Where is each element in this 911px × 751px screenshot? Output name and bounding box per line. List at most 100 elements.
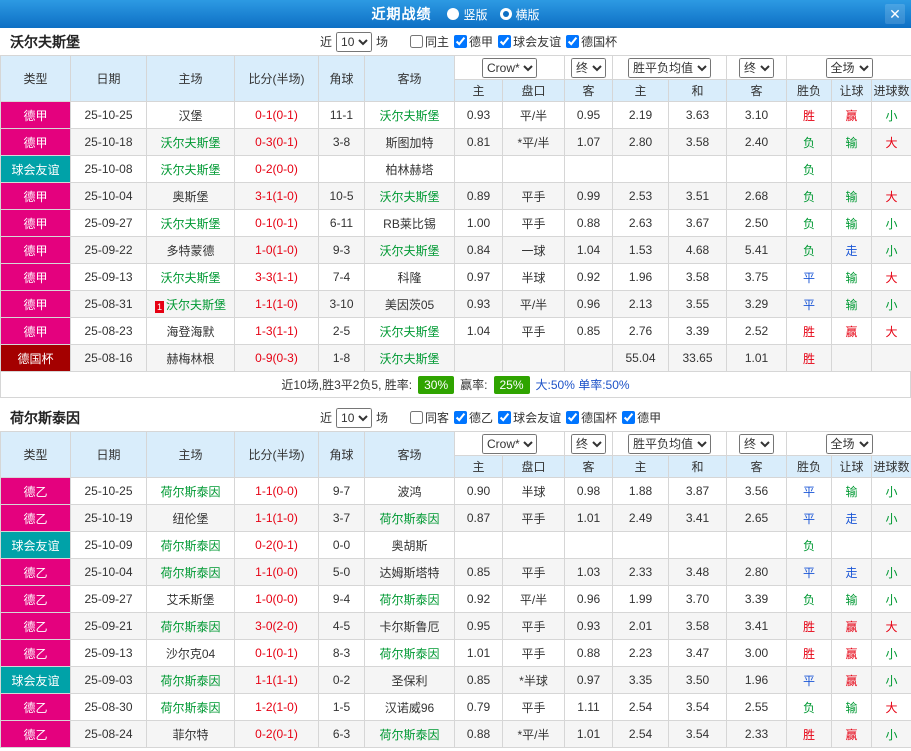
team-name-link[interactable]: 沃尔夫斯堡 xyxy=(379,244,439,258)
filter-checkbox-input[interactable] xyxy=(498,35,512,48)
asian-time-select[interactable]: 终 xyxy=(571,57,606,78)
team-name-link[interactable]: 圣保利 xyxy=(391,674,427,688)
team-name-link[interactable]: 荷尔斯泰因 xyxy=(160,485,220,499)
cell-score: 3-3(1-1) xyxy=(234,263,319,291)
team-name-link[interactable]: 沃尔夫斯堡 xyxy=(160,217,220,231)
team-name-link[interactable]: 汉诺威96 xyxy=(385,701,434,715)
filter-checkbox-input[interactable] xyxy=(622,411,636,424)
team-name-link[interactable]: 沃尔夫斯堡 xyxy=(379,190,439,204)
filter-checkbox-input[interactable] xyxy=(454,411,468,424)
cell-type: 德甲 xyxy=(0,290,71,318)
filter-checkbox[interactable]: 球会友谊 xyxy=(498,409,561,426)
team-name-link[interactable]: RB莱比锡 xyxy=(383,217,436,231)
filter-checkbox[interactable]: 德国杯 xyxy=(566,409,617,426)
team-name-link[interactable]: 荷尔斯泰因 xyxy=(379,593,439,607)
team-header: 沃尔夫斯堡 近 10 场 同主 德甲 球会友谊 德国杯 xyxy=(0,28,911,55)
filter-checkbox-input[interactable] xyxy=(454,35,468,48)
team-name-link[interactable]: 荷尔斯泰因 xyxy=(160,701,220,715)
europe-avg-select[interactable]: 胜平负均值 xyxy=(628,433,711,454)
team-name-link[interactable]: 汉堡 xyxy=(178,109,202,123)
cell-eh xyxy=(612,155,669,183)
near-label: 近 xyxy=(320,411,333,425)
team-name-link[interactable]: 奥胡斯 xyxy=(391,539,427,553)
cell-hres: 输 xyxy=(831,290,872,318)
filter-checkbox[interactable]: 同客 xyxy=(410,409,449,426)
team-name-link[interactable]: 柏林赫塔 xyxy=(385,163,433,177)
team-name-link[interactable]: 沃尔夫斯堡 xyxy=(160,271,220,285)
filter-checkbox[interactable]: 同主 xyxy=(410,33,449,50)
cell-aa: 0.95 xyxy=(564,101,613,129)
filter-checkbox[interactable]: 球会友谊 xyxy=(498,33,561,50)
cell-goals: 小 xyxy=(871,209,911,237)
team-name-link[interactable]: 奥斯堡 xyxy=(172,190,208,204)
europe-time-select[interactable]: 终 xyxy=(739,57,774,78)
cell-aa: 0.85 xyxy=(564,317,613,345)
filter-checkbox[interactable]: 德甲 xyxy=(454,33,493,50)
cell-ah: 0.93 xyxy=(454,290,503,318)
team-name-link[interactable]: 海登海默 xyxy=(166,325,214,339)
team-name-link[interactable]: 沃尔夫斯堡 xyxy=(160,163,220,177)
team-name-link[interactable]: 科隆 xyxy=(397,271,421,285)
cell-res: 平 xyxy=(786,504,832,532)
team-name-link[interactable]: 沃尔夫斯堡 xyxy=(160,136,220,150)
cell-date: 25-10-04 xyxy=(70,182,147,210)
filter-checkbox-input[interactable] xyxy=(410,411,424,424)
col-header-type: 类型 xyxy=(0,55,71,102)
col-header-corner: 角球 xyxy=(318,431,365,478)
team-name-link[interactable]: 纽伦堡 xyxy=(172,512,208,526)
team-name-link[interactable]: 赫梅林根 xyxy=(166,352,214,366)
team-name-link[interactable]: 美因茨05 xyxy=(385,298,434,312)
team-name-link[interactable]: 沙尔克04 xyxy=(166,647,215,661)
team-name-link[interactable]: 荷尔斯泰因 xyxy=(379,647,439,661)
team-name-link[interactable]: 艾禾斯堡 xyxy=(166,593,214,607)
team-name-link[interactable]: 荷尔斯泰因 xyxy=(379,728,439,742)
team-name-link[interactable]: 沃尔夫斯堡 xyxy=(379,325,439,339)
team-name-link[interactable]: 斯图加特 xyxy=(385,136,433,150)
team-name-link[interactable]: 荷尔斯泰因 xyxy=(160,620,220,634)
scope-select[interactable]: 全场 xyxy=(825,433,873,454)
cell-ea xyxy=(726,531,787,559)
filter-checkbox[interactable]: 德甲 xyxy=(622,409,661,426)
filter-checkbox-input[interactable] xyxy=(566,35,580,48)
team-name-link[interactable]: 菲尔特 xyxy=(172,728,208,742)
europe-time-select[interactable]: 终 xyxy=(739,433,774,454)
filter-checkbox-input[interactable] xyxy=(498,411,512,424)
team-name-link[interactable]: 沃尔夫斯堡 xyxy=(166,298,226,312)
team-name-link[interactable]: 荷尔斯泰因 xyxy=(160,539,220,553)
filter-checkbox[interactable]: 德国杯 xyxy=(566,33,617,50)
team-name-link[interactable]: 荷尔斯泰因 xyxy=(379,512,439,526)
match-row: 德乙 25-09-13 沙尔克04 0-1(0-1) 8-3 荷尔斯泰因 1.01 平手 0.8… xyxy=(0,639,911,667)
cell-ed: 3.67 xyxy=(668,209,727,237)
team-name-link[interactable]: 沃尔夫斯堡 xyxy=(379,109,439,123)
filter-checkbox-input[interactable] xyxy=(410,35,424,48)
europe-avg-select[interactable]: 胜平负均值 xyxy=(628,57,711,78)
cell-res: 胜 xyxy=(786,101,832,129)
match-count-filter: 近 10 场 xyxy=(320,31,388,52)
cell-away: 荷尔斯泰因 xyxy=(364,639,455,667)
team-name-link[interactable]: 达姆斯塔特 xyxy=(379,566,439,580)
cell-date: 25-09-13 xyxy=(70,263,147,291)
match-count-select[interactable]: 10 xyxy=(336,31,373,52)
match-count-select[interactable]: 10 xyxy=(336,407,373,428)
team-name-link[interactable]: 沃尔夫斯堡 xyxy=(379,352,439,366)
close-icon[interactable]: ✕ xyxy=(885,4,905,24)
team-name-link[interactable]: 波鸿 xyxy=(397,485,421,499)
team-name-link[interactable]: 卡尔斯鲁厄 xyxy=(379,620,439,634)
bookmaker-select[interactable]: Crow* xyxy=(482,57,537,78)
cell-ea: 2.52 xyxy=(726,317,787,345)
cell-ah: 1.04 xyxy=(454,317,503,345)
cell-score: 1-1(0-0) xyxy=(234,558,319,586)
team-name-link[interactable]: 荷尔斯泰因 xyxy=(160,674,220,688)
bookmaker-select[interactable]: Crow* xyxy=(482,433,537,454)
asian-time-select[interactable]: 终 xyxy=(571,433,606,454)
orientation-radio-vertical[interactable]: 竖版 xyxy=(447,6,488,23)
match-row: 德乙 25-09-27 艾禾斯堡 1-0(0-0) 9-4 荷尔斯泰因 0.92 平/半 0.9… xyxy=(0,585,911,613)
cell-ed: 3.58 xyxy=(668,612,727,640)
scope-select[interactable]: 全场 xyxy=(825,57,873,78)
team-name-link[interactable]: 荷尔斯泰因 xyxy=(160,566,220,580)
orientation-radio-horizontal[interactable]: 横版 xyxy=(499,6,540,23)
match-row: 德乙 25-10-25 荷尔斯泰因 1-1(0-0) 9-7 波鸿 0.90 半球 0.98 1.… xyxy=(0,477,911,505)
filter-checkbox-input[interactable] xyxy=(566,411,580,424)
team-name-link[interactable]: 多特蒙德 xyxy=(166,244,214,258)
filter-checkbox[interactable]: 德乙 xyxy=(454,409,493,426)
